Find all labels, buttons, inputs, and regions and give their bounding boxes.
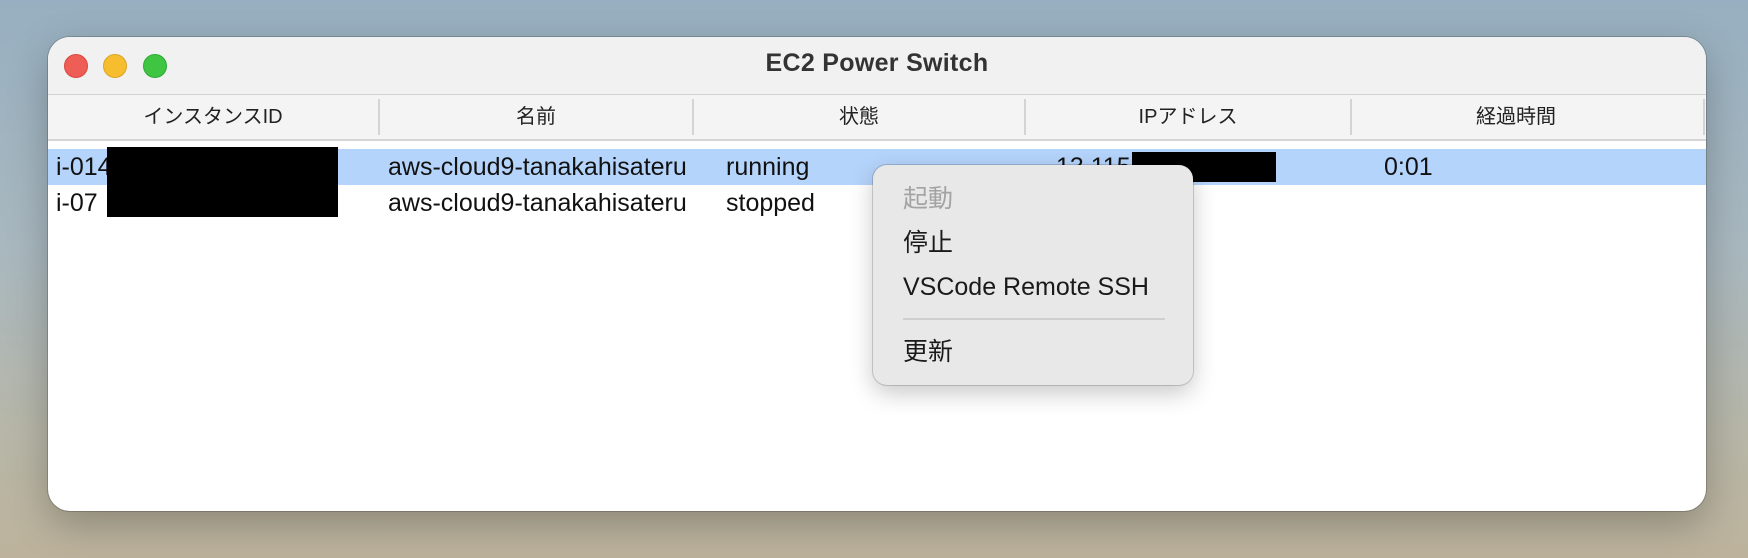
menu-item-start: 起動 [903, 185, 954, 213]
column-header-elapsed-time[interactable]: 経過時間 [1352, 95, 1680, 139]
menu-item-vscode-remote-ssh[interactable]: VSCode Remote SSH [903, 269, 1149, 305]
column-divider [1703, 99, 1705, 135]
column-header-instance-id[interactable]: インスタンスID [48, 95, 378, 139]
title-bar[interactable]: EC2 Power Switch [48, 37, 1706, 95]
menu-item-stop[interactable]: 停止 [903, 225, 953, 261]
name-cell: aws-cloud9-tanakahisateru [388, 153, 686, 181]
redaction-mark [107, 185, 338, 217]
menu-item-refresh[interactable]: 更新 [903, 334, 953, 370]
column-header-ip-address[interactable]: IPアドレス [1026, 95, 1350, 139]
column-header-name[interactable]: 名前 [380, 95, 692, 139]
redaction-mark [107, 147, 338, 185]
context-menu: 起動 停止 VSCode Remote SSH 更新 [873, 165, 1193, 385]
elapsed-time-cell: 0:01 [1384, 153, 1433, 181]
window-title: EC2 Power Switch [765, 49, 989, 77]
column-header-state[interactable]: 状態 [694, 95, 1024, 139]
elapsed-time-cell [1384, 185, 1674, 221]
menu-separator [903, 318, 1165, 320]
table-header: インスタンスID 名前 状態 IPアドレス 経過時間 [48, 95, 1706, 141]
name-cell: aws-cloud9-tanakahisateru [388, 189, 686, 217]
